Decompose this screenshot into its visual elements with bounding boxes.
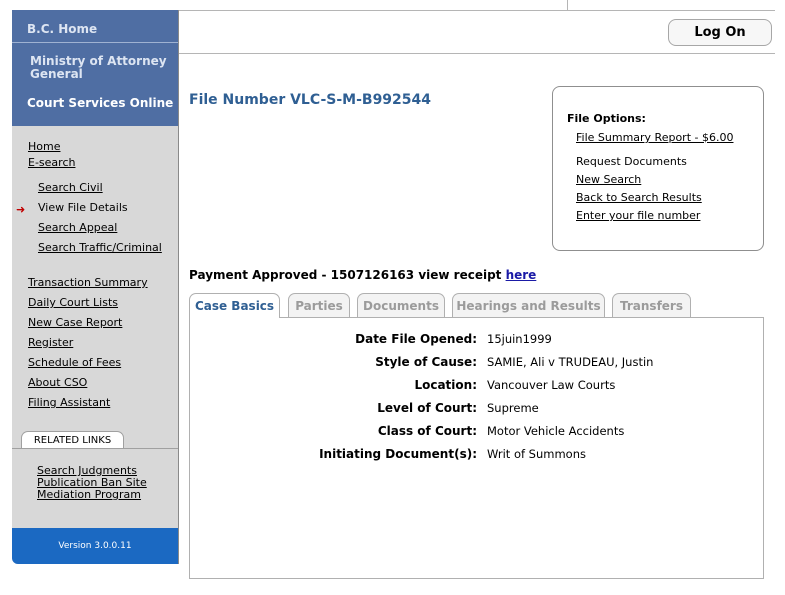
class-of-court-label: Class of Court: bbox=[377, 424, 477, 438]
header-bottom-border bbox=[179, 53, 775, 54]
tab-case-basics[interactable]: Case Basics bbox=[189, 293, 280, 318]
sidebar: B.C. Home Ministry of Attorney General C… bbox=[12, 10, 179, 564]
tab-parties[interactable]: Parties bbox=[288, 293, 350, 317]
nav-view-file-details: View File Details bbox=[38, 201, 128, 214]
payment-text: Payment Approved - 1507126163 view recei… bbox=[189, 268, 506, 282]
version-footer: Version 3.0.0.11 bbox=[12, 528, 178, 564]
nav-search-appeal[interactable]: Search Appeal bbox=[38, 221, 117, 234]
date-opened-label: Date File Opened: bbox=[355, 332, 477, 346]
tab-transfers[interactable]: Transfers bbox=[612, 293, 691, 317]
file-summary-report-link[interactable]: File Summary Report - $6.00 bbox=[576, 131, 733, 144]
nav-new-case-report[interactable]: New Case Report bbox=[28, 316, 122, 329]
request-documents-label: Request Documents bbox=[576, 155, 687, 168]
nav-esearch[interactable]: E-search bbox=[28, 156, 75, 169]
date-opened-value: 15juin1999 bbox=[487, 332, 552, 346]
payment-status: Payment Approved - 1507126163 view recei… bbox=[189, 268, 536, 282]
nav-register[interactable]: Register bbox=[28, 336, 73, 349]
log-on-button[interactable]: Log On bbox=[668, 19, 772, 46]
enter-file-number-link[interactable]: Enter your file number bbox=[576, 209, 700, 222]
level-of-court-label: Level of Court: bbox=[377, 401, 477, 415]
file-options-title: File Options: bbox=[567, 112, 646, 125]
initiating-document-label: Initiating Document(s): bbox=[319, 447, 477, 461]
service-title: Court Services Online bbox=[27, 96, 174, 110]
nav-transaction-summary[interactable]: Transaction Summary bbox=[28, 276, 148, 289]
nav-search-traffic-criminal[interactable]: Search Traffic/Criminal bbox=[38, 241, 162, 254]
bc-home-link[interactable]: B.C. Home bbox=[12, 10, 178, 43]
nav-home[interactable]: Home bbox=[28, 140, 60, 153]
ministry-title: Ministry of Attorney General bbox=[30, 54, 167, 81]
nav-daily-court-lists[interactable]: Daily Court Lists bbox=[28, 296, 118, 309]
page-title: File Number VLC-S-M-B992544 bbox=[189, 92, 432, 108]
back-to-search-results-link[interactable]: Back to Search Results bbox=[576, 191, 702, 204]
header-divider bbox=[567, 0, 568, 10]
file-options-box: File Options: File Summary Report - $6.0… bbox=[552, 86, 764, 251]
new-search-link[interactable]: New Search bbox=[576, 173, 641, 186]
style-of-cause-label: Style of Cause: bbox=[375, 355, 477, 369]
location-value: Vancouver Law Courts bbox=[487, 378, 616, 392]
related-mediation-program[interactable]: Mediation Program bbox=[37, 488, 141, 501]
nav-filing-assistant[interactable]: Filing Assistant bbox=[28, 396, 110, 409]
header-top-border bbox=[179, 10, 775, 11]
nav-schedule-of-fees[interactable]: Schedule of Fees bbox=[28, 356, 121, 369]
tab-documents[interactable]: Documents bbox=[357, 293, 445, 317]
tab-hearings-and-results[interactable]: Hearings and Results bbox=[452, 293, 605, 317]
related-links-divider bbox=[12, 448, 178, 449]
initiating-document-value: Writ of Summons bbox=[487, 447, 586, 461]
related-links-tab: RELATED LINKS bbox=[21, 431, 124, 449]
level-of-court-value: Supreme bbox=[487, 401, 539, 415]
current-page-arrow-icon: ➜ bbox=[16, 203, 26, 216]
class-of-court-value: Motor Vehicle Accidents bbox=[487, 424, 625, 438]
view-receipt-link[interactable]: here bbox=[506, 268, 537, 282]
nav-search-civil[interactable]: Search Civil bbox=[38, 181, 103, 194]
nav-about-cso[interactable]: About CSO bbox=[28, 376, 87, 389]
style-of-cause-value: SAMIE, Ali v TRUDEAU, Justin bbox=[487, 355, 654, 369]
location-label: Location: bbox=[414, 378, 477, 392]
